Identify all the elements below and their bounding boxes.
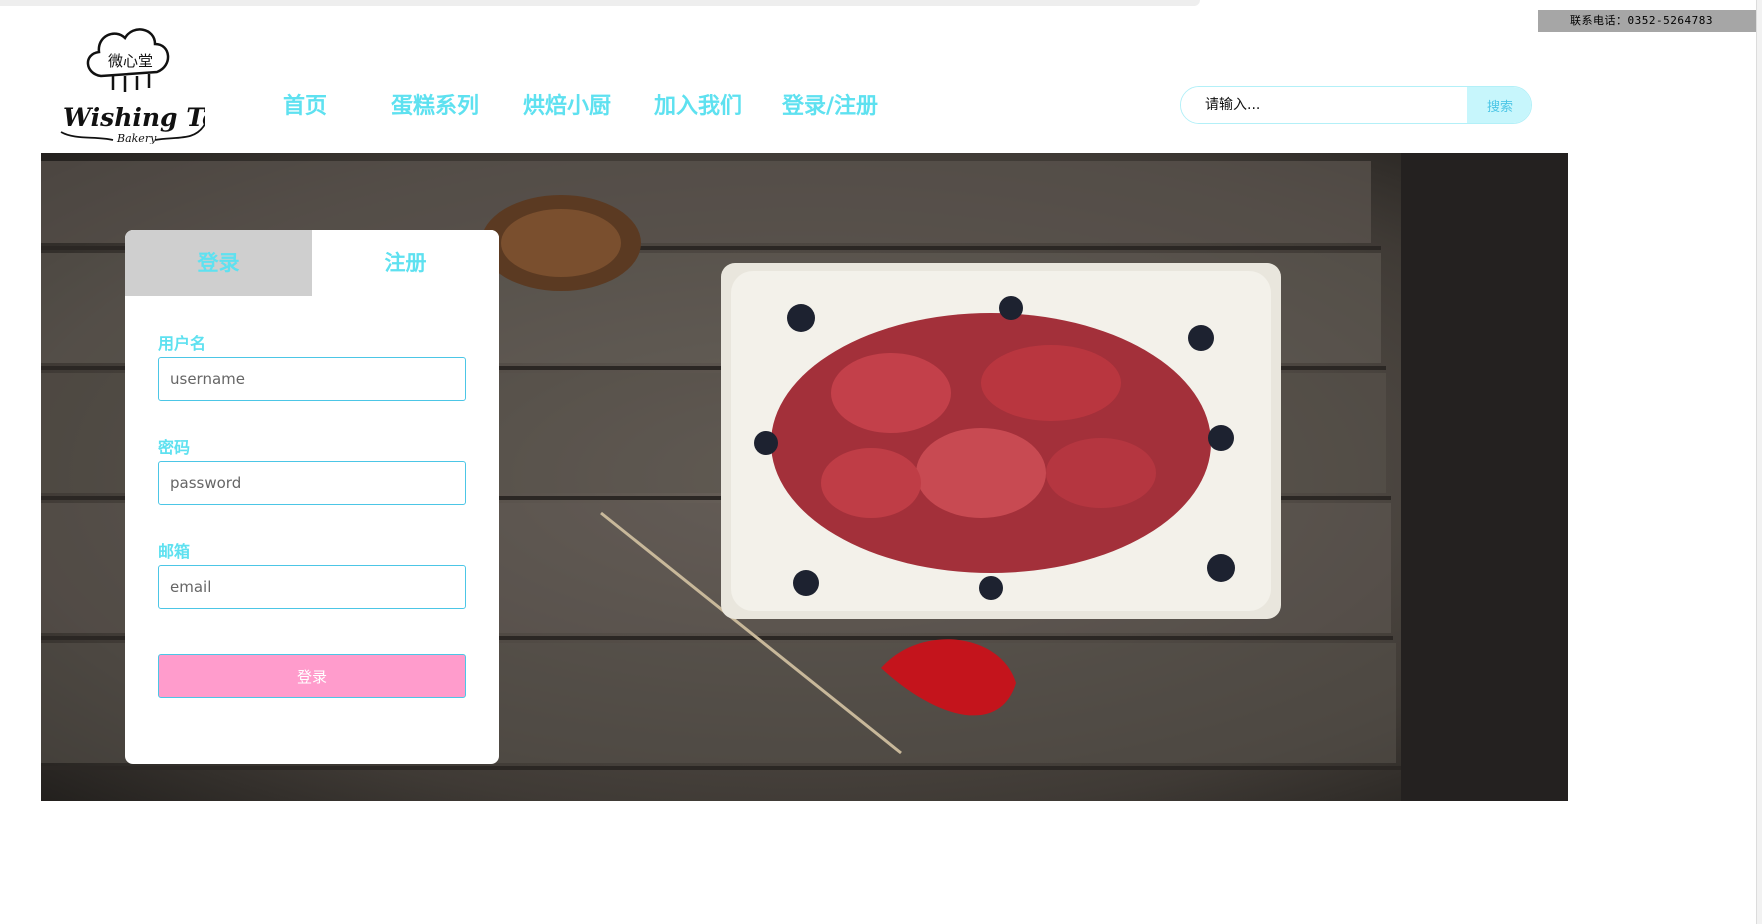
password-field[interactable]	[158, 461, 466, 505]
username-label: 用户名	[158, 334, 207, 353]
contact-phone-bar: 联系电话：0352-5264783	[1538, 10, 1762, 32]
logo-sub: Bakery	[116, 132, 157, 144]
contact-phone: 0352-5264783	[1627, 14, 1713, 27]
nav-item-login-register[interactable]: 登录/注册	[782, 88, 878, 120]
tab-register[interactable]: 注册	[312, 230, 499, 296]
search-bar: 搜索	[1180, 86, 1532, 124]
logo-graphic: 微心堂 Wishing Town Bakery	[60, 28, 258, 145]
contact-label: 联系电话：	[1570, 14, 1628, 27]
search-input[interactable]	[1181, 87, 1467, 123]
nav-item-join-us[interactable]: 加入我们	[654, 88, 742, 120]
bakery-logo-icon[interactable]: 微心堂 Wishing Town Bakery	[55, 14, 258, 145]
logo-chinese-name: 微心堂	[108, 52, 153, 70]
nav-item-home[interactable]: 首页	[283, 88, 327, 120]
nav-item-kitchen[interactable]: 烘焙小厨	[523, 88, 611, 120]
password-label: 密码	[158, 438, 191, 457]
tab-login[interactable]: 登录	[125, 230, 312, 296]
email-field[interactable]	[158, 565, 466, 609]
nav-item-cakes[interactable]: 蛋糕系列	[391, 88, 479, 120]
username-field[interactable]	[158, 357, 466, 401]
login-submit-button[interactable]: 登录	[158, 654, 466, 698]
logo-name: Wishing Town	[63, 103, 205, 132]
auth-panel: 登录 注册 用户名 密码 邮箱 登录	[125, 230, 499, 764]
page-scrollbar[interactable]	[1756, 0, 1762, 924]
email-label: 邮箱	[158, 542, 191, 561]
browser-top-edge	[0, 0, 1200, 6]
search-button[interactable]: 搜索	[1467, 87, 1531, 123]
